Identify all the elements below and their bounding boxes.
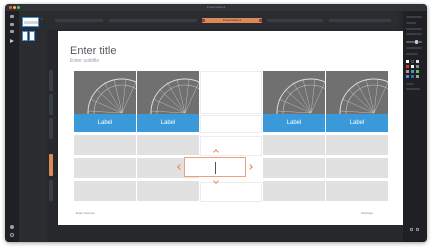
color-swatch[interactable]	[411, 65, 414, 68]
panel-row[interactable]	[406, 88, 420, 90]
color-swatch[interactable]	[406, 60, 409, 63]
user-icon[interactable]	[10, 225, 14, 229]
color-swatch[interactable]	[416, 70, 419, 73]
card[interactable]: Label	[263, 71, 325, 201]
card[interactable]: Label	[326, 71, 388, 201]
card-placeholder-row	[326, 158, 388, 178]
scroll-segment[interactable]	[49, 94, 53, 115]
panel-row[interactable]	[406, 28, 422, 30]
grid-icon[interactable]	[10, 30, 14, 33]
panel-row[interactable]	[406, 33, 422, 35]
panel-row[interactable]	[406, 22, 416, 24]
slide-thumbnail[interactable]	[22, 17, 39, 27]
card-placeholder-row	[74, 181, 136, 201]
card-placeholder-row	[263, 158, 325, 178]
empty-image-slot[interactable]	[200, 71, 262, 114]
panel-row[interactable]	[406, 53, 418, 55]
panel-row[interactable]	[406, 83, 414, 85]
card-label[interactable]: Label	[326, 114, 388, 132]
card[interactable]: Label	[74, 71, 136, 201]
color-swatch[interactable]	[411, 70, 414, 73]
settings-icon[interactable]	[10, 233, 14, 237]
active-document-tab[interactable]: Presentation1	[202, 18, 262, 23]
color-swatch[interactable]	[411, 75, 414, 78]
slide-number: 1	[41, 17, 43, 21]
card-empty[interactable]	[200, 71, 262, 202]
card-placeholder-row	[263, 181, 325, 201]
empty-row	[200, 136, 262, 156]
add-logo[interactable]: Add logo	[361, 211, 373, 215]
scroll-segment[interactable]	[49, 70, 53, 91]
play-icon[interactable]	[10, 39, 14, 43]
empty-row	[200, 182, 262, 202]
card-label[interactable]: Label	[137, 114, 199, 132]
card-placeholder-row	[137, 181, 199, 201]
text-cursor	[215, 162, 216, 174]
menu-icon[interactable]	[10, 15, 14, 18]
fit-view-icon[interactable]	[410, 228, 413, 231]
color-swatch[interactable]	[416, 65, 419, 68]
toolbar-section[interactable]	[55, 19, 103, 22]
card[interactable]: Label	[137, 71, 199, 201]
active-tab-label: Presentation1	[222, 18, 242, 22]
card-placeholder-row	[137, 135, 199, 155]
slide-thumbnail-mini[interactable]	[22, 31, 28, 41]
color-swatch[interactable]	[416, 60, 419, 63]
scroll-segment[interactable]	[49, 118, 53, 139]
slide-thumbnails-panel: 1	[19, 11, 47, 242]
vertical-scroll-track[interactable]	[49, 70, 53, 204]
card-label[interactable]: Label	[263, 114, 325, 132]
toolbar-section[interactable]	[109, 19, 197, 22]
card-placeholder-row	[74, 158, 136, 178]
layers-icon[interactable]	[10, 23, 14, 26]
slider-track[interactable]	[406, 41, 422, 43]
color-swatch[interactable]	[416, 75, 419, 78]
color-swatch[interactable]	[411, 60, 414, 63]
left-toolbar	[5, 11, 19, 242]
slide-thumbnail-mini[interactable]	[29, 31, 35, 41]
card-placeholder-row	[326, 181, 388, 201]
empty-label-slot[interactable]	[200, 115, 262, 133]
selected-text-box[interactable]	[184, 157, 246, 177]
slide-title[interactable]: Enter title	[70, 45, 116, 57]
panel-row[interactable]	[406, 47, 422, 49]
ferris-wheel-image	[74, 71, 136, 114]
footnote[interactable]: Enter footnote	[76, 211, 95, 215]
app-window: Presentation1 1 Presentation1 Enter titl…	[5, 4, 427, 242]
ferris-wheel-image	[326, 71, 388, 114]
color-swatch[interactable]	[406, 70, 409, 73]
panel-row[interactable]	[406, 16, 422, 18]
top-toolbar: Presentation1	[47, 11, 399, 29]
ferris-wheel-image	[137, 71, 199, 114]
ferris-wheel-image	[263, 71, 325, 114]
card-label[interactable]: Label	[74, 114, 136, 132]
window-title: Presentation1	[206, 5, 226, 9]
titlebar: Presentation1	[5, 4, 427, 11]
color-swatch[interactable]	[406, 65, 409, 68]
slider-handle[interactable]	[415, 40, 418, 44]
scroll-segment-active[interactable]	[49, 154, 53, 176]
slide-subtitle[interactable]: Enter subtitle	[70, 58, 99, 64]
card-placeholder-row	[326, 135, 388, 155]
toolbar-section[interactable]	[329, 19, 391, 22]
card-placeholder-row	[74, 135, 136, 155]
toolbar-section[interactable]	[267, 19, 323, 22]
slide-canvas[interactable]: Enter title Enter subtitle Label Label L…	[58, 31, 403, 225]
scroll-segment[interactable]	[49, 180, 53, 201]
properties-panel	[403, 11, 427, 242]
card-placeholder-row	[263, 135, 325, 155]
color-swatch[interactable]	[406, 75, 409, 78]
fullscreen-icon[interactable]	[416, 228, 419, 231]
